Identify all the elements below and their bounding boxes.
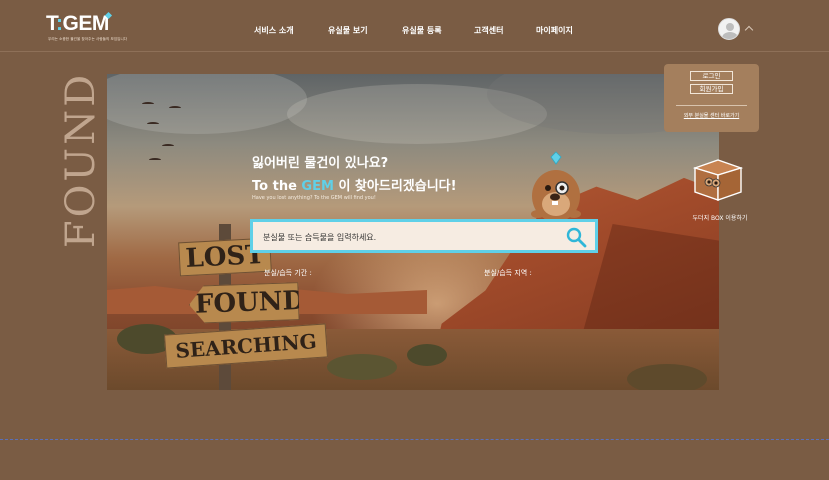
login-button[interactable]: 로그인 [690, 71, 733, 81]
hero-title: 잃어버린 물건이 있나요? [252, 156, 389, 171]
search-bar [250, 219, 598, 253]
hero-title-line2: To the GEM 이 찾아드리겠습니다! [252, 179, 457, 194]
nav-service-intro[interactable]: 서비스 소개 [254, 25, 294, 36]
section-divider [0, 439, 829, 440]
mole-box-link[interactable]: 두더지 BOX 이용하기 [672, 213, 768, 222]
nav-my-page[interactable]: 마이페이지 [536, 25, 573, 36]
bird-icon [142, 102, 154, 106]
bird-icon [162, 144, 174, 148]
filter-period-label[interactable]: 분실/습득 기간 : [264, 268, 312, 278]
hero-banner: LOST FOUND SEARCHING 잃어버린 물건이 있나요? To th… [107, 74, 719, 390]
nav-register-lost-item[interactable]: 유실물 등록 [402, 25, 442, 36]
signup-button[interactable]: 회원가입 [690, 84, 733, 94]
search-icon[interactable] [565, 226, 587, 248]
mole-box-icon[interactable] [693, 158, 743, 202]
bird-icon [169, 106, 181, 110]
site-header: T:GEM 우리는 소중한 물건을 찾아주는 사람들의 모임입니다 서비스 소개… [0, 0, 829, 52]
nav-customer-center[interactable]: 고객센터 [474, 25, 503, 36]
hero-subtitle: Have you lost anything? To the GEM will … [252, 195, 376, 201]
site-logo[interactable]: T:GEM 우리는 소중한 물건을 찾아주는 사람들의 모임입니다 [46, 11, 127, 44]
nav-view-lost-items[interactable]: 유실물 보기 [328, 25, 368, 36]
side-found-text: FOUND [58, 71, 104, 249]
search-input[interactable] [263, 230, 553, 244]
user-avatar-icon[interactable] [718, 18, 740, 40]
sign-found: FOUND [188, 282, 299, 324]
bird-icon [147, 122, 159, 126]
bird-icon [149, 158, 161, 162]
external-lost-center-link[interactable]: 외부 분실물 센터 바로가기 [664, 112, 759, 119]
chevron-up-icon[interactable] [744, 25, 754, 35]
logo-tagline: 우리는 소중한 물건을 찾아주는 사람들의 모임입니다 [48, 37, 128, 41]
mole-mascot-icon [531, 151, 581, 222]
divider [676, 105, 747, 106]
filter-region-label[interactable]: 분실/습득 지역 : [484, 268, 532, 278]
login-card: 로그인 회원가입 외부 분실물 센터 바로가기 [664, 64, 759, 132]
logo-text: T:GEM [46, 12, 109, 35]
